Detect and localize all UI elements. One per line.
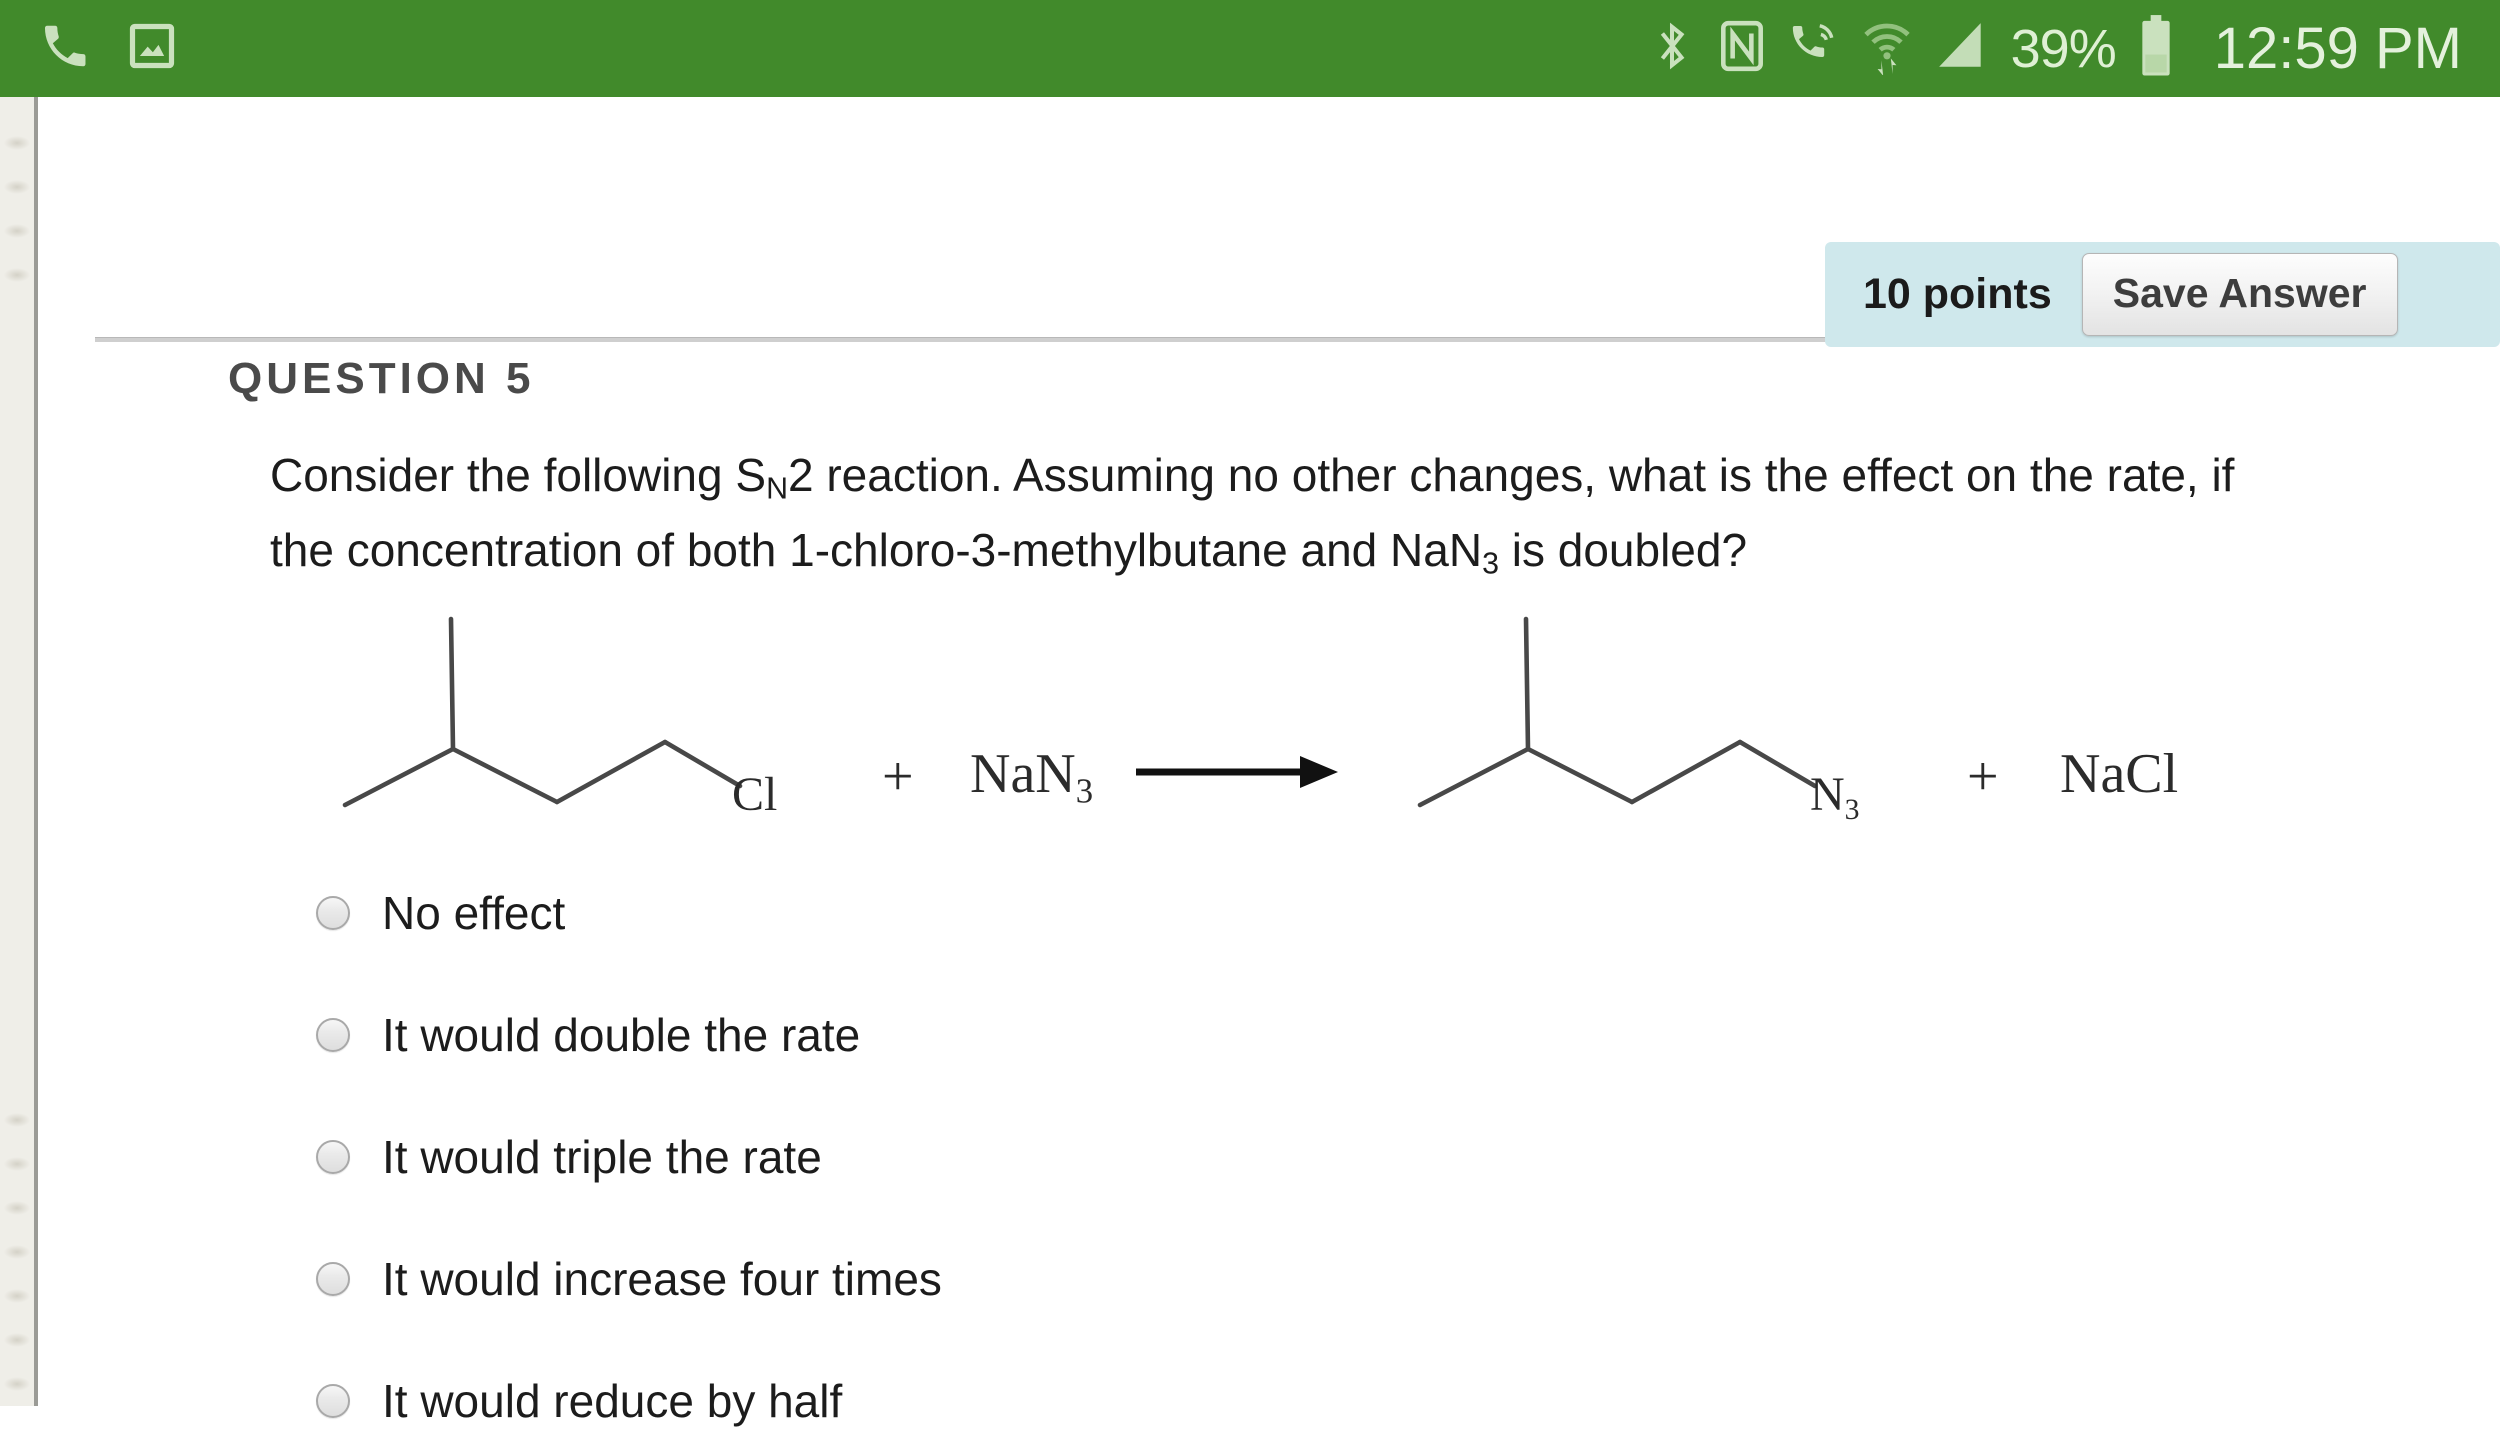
radio-button-option-2[interactable] [316, 1017, 350, 1052]
reactant-skeletal-structure [342, 616, 743, 808]
phone-call-icon [38, 19, 92, 78]
byproduct-nacl-label: NaCl [2060, 743, 2179, 805]
save-answer-button[interactable]: Save Answer [2081, 253, 2398, 336]
radio-button-option-5[interactable] [316, 1383, 350, 1418]
answer-options-list: No effect It would double the rate It wo… [270, 882, 1670, 1431]
screenshot-image-icon [126, 20, 178, 77]
battery-percent-label: 39% [2010, 18, 2117, 79]
product-n3-text: N [1810, 768, 1845, 821]
status-bar: 39% 12:59 PM [0, 0, 2500, 97]
plus-sign-2: + [1967, 746, 1999, 808]
question-text-part1: Consider the following S [270, 449, 767, 501]
reagent-nan3-text: NaN [970, 743, 1076, 805]
page-edge-strip [0, 97, 34, 1406]
call-volume-icon [1789, 19, 1839, 78]
points-label: 10 points [1863, 270, 2052, 318]
option-row[interactable]: No effect [270, 882, 1670, 943]
option-row[interactable]: It would reduce by half [270, 1370, 1670, 1431]
reagent-nan3-sub: 3 [1075, 771, 1094, 811]
nfc-icon [1717, 19, 1767, 78]
radio-button-option-1[interactable] [316, 895, 350, 930]
question-text-sub-n: N [766, 472, 788, 506]
option-label-2: It would double the rate [382, 1008, 861, 1061]
reaction-arrow-icon [1136, 756, 1338, 788]
reaction-structures-svg [342, 616, 1818, 808]
option-label-4: It would increase four times [382, 1252, 942, 1305]
bluetooth-icon [1649, 18, 1695, 79]
reagent-nan3-label: NaN3 [970, 742, 1093, 811]
option-label-3: It would triple the rate [382, 1130, 822, 1183]
status-bar-right-icons: 39% 12:59 PM [1649, 14, 2462, 83]
option-label-1: No effect [382, 886, 566, 939]
radio-button-option-3[interactable] [316, 1139, 350, 1174]
question-page: QUESTION 5 10 points Save Answer Conside… [38, 97, 2500, 1427]
product-n3-label: N3 [1810, 767, 1860, 827]
option-label-5: It would reduce by half [382, 1374, 843, 1427]
option-row[interactable]: It would increase four times [270, 1248, 1670, 1309]
plus-sign-1: + [882, 746, 914, 808]
product-skeletal-structure [1417, 616, 1818, 808]
reactant-cl-label: Cl [732, 768, 778, 821]
reaction-scheme-figure: Cl + NaN3 N3 + NaCl [270, 567, 2370, 867]
radio-button-option-4[interactable] [316, 1261, 350, 1296]
status-bar-left-icons [38, 19, 178, 78]
battery-icon [2138, 14, 2174, 83]
product-n3-sub: 3 [1844, 792, 1860, 826]
page-title: QUESTION 5 [228, 354, 535, 403]
option-row[interactable]: It would triple the rate [270, 1126, 1670, 1187]
wifi-transfer-icon [1861, 17, 1913, 80]
points-panel: 10 points Save Answer [1825, 242, 2500, 347]
clock-label: 12:59 PM [2213, 16, 2462, 81]
option-row[interactable]: It would double the rate [270, 1004, 1670, 1065]
cellular-signal-icon [1935, 18, 1989, 79]
